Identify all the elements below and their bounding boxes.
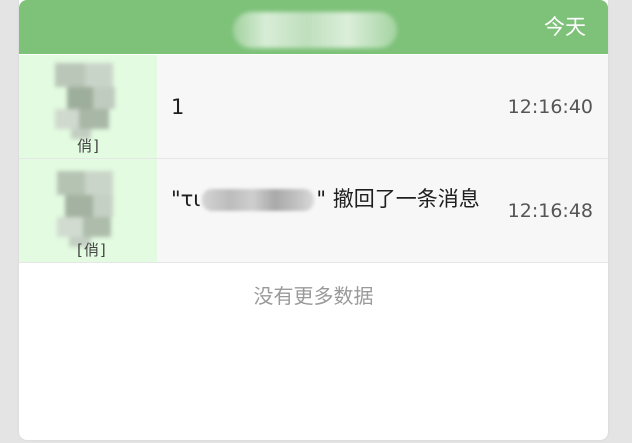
message-text: "τι " 撤回了一条消息 xyxy=(171,185,491,213)
sender-avatar-cell[interactable]: 俏] xyxy=(19,55,157,159)
message-row[interactable]: [俏] "τι " 撤回了一条消息 12:16:48 xyxy=(19,159,608,263)
no-more-data-label: 没有更多数据 xyxy=(253,284,374,308)
recall-text-suffix: " 撤回了一条消息 xyxy=(316,187,480,211)
sender-name-fragment: 俏] xyxy=(77,137,100,155)
message-panel: 今天 俏] 1 12:16:40 [俏] "τι " 撤回了一条消息 12:16… xyxy=(19,0,608,440)
sender-name-fragment: [俏] xyxy=(77,241,107,259)
message-row[interactable]: 俏] 1 12:16:40 xyxy=(19,55,608,159)
recall-text-prefix: "τι xyxy=(171,187,201,211)
message-time: 12:16:48 xyxy=(507,200,593,222)
redacted-avatar xyxy=(47,63,117,143)
row-divider xyxy=(19,262,608,263)
date-filter-label[interactable]: 今天 xyxy=(544,13,586,41)
sender-avatar-cell[interactable]: [俏] xyxy=(19,159,157,263)
message-time: 12:16:40 xyxy=(507,96,593,118)
message-text: 1 xyxy=(171,95,185,119)
redacted-chat-title xyxy=(233,12,397,48)
header-bar: 今天 xyxy=(19,0,608,54)
redacted-avatar xyxy=(47,167,117,247)
redacted-sender-name xyxy=(202,189,315,211)
